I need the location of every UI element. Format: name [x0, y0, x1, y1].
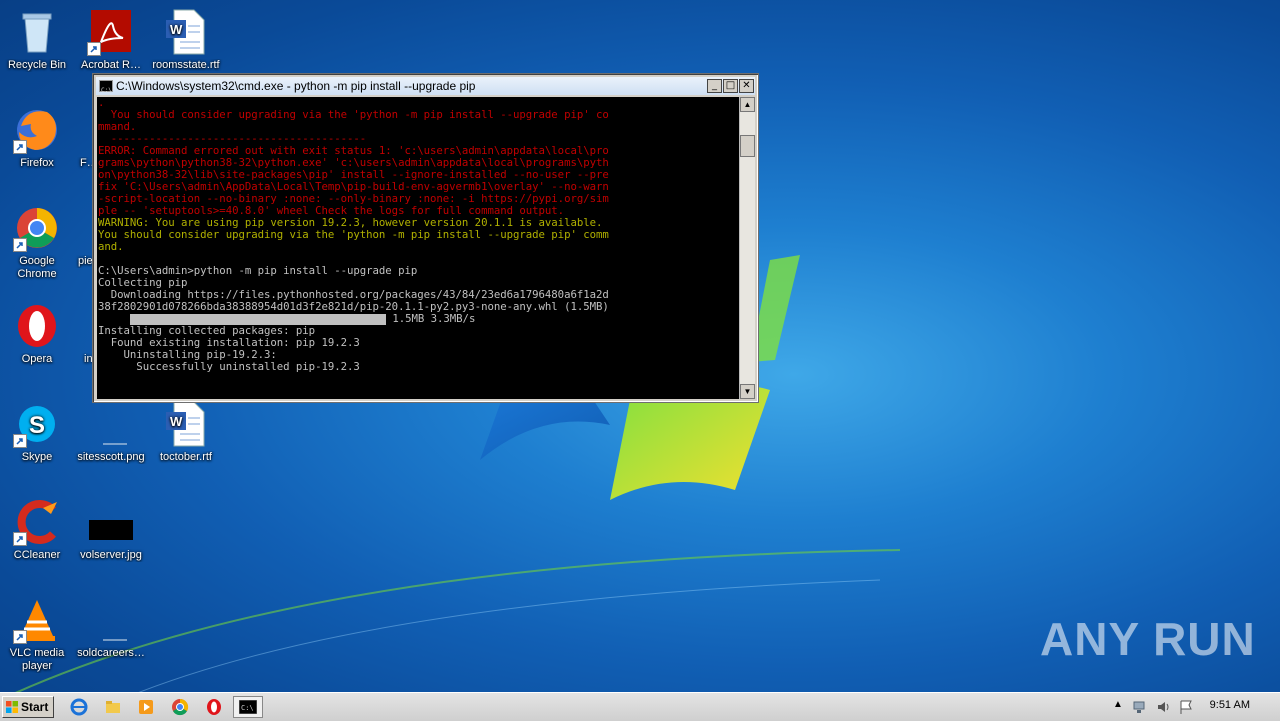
word-doc-icon: W: [162, 400, 210, 448]
image-file-icon: [87, 596, 135, 644]
desktop-icon-label: Opera: [21, 353, 53, 365]
desktop-icon-ccleaner[interactable]: CCleaner: [0, 498, 74, 562]
chrome-icon[interactable]: [171, 698, 189, 716]
chrome-icon: [13, 204, 61, 252]
scroll-thumb[interactable]: [740, 135, 755, 157]
desktop-icon-recycle-bin[interactable]: Recycle Bin: [0, 8, 74, 72]
network-icon[interactable]: [1131, 698, 1149, 716]
shortcut-arrow-icon: [13, 630, 27, 644]
desktop-icon-label: toctober.rtf: [160, 451, 212, 463]
shortcut-arrow-icon: [13, 238, 27, 252]
shortcut-arrow-icon: [13, 434, 27, 448]
desktop-icon-label: Recycle Bin: [7, 59, 67, 71]
explorer-icon[interactable]: [104, 698, 122, 716]
command-output: C:\Users\admin>python -m pip install --u…: [98, 264, 609, 313]
system-tray: ▲ 9:51 AM: [1105, 693, 1280, 721]
start-button[interactable]: Start: [2, 696, 54, 718]
acrobat-icon: [87, 8, 135, 56]
error-output: You should consider upgrading via the 'p…: [98, 108, 609, 217]
desktop-icon-label: Acrobat R…: [81, 59, 141, 71]
desktop-icon-volserver[interactable]: volserver.jpg: [74, 498, 148, 562]
start-label: Start: [21, 700, 49, 714]
install-output: Installing collected packages: pip Found…: [98, 324, 360, 373]
svg-text:W: W: [170, 22, 183, 37]
progress-text: 1.5MB 3.3MB/s: [392, 312, 476, 325]
skype-icon: S: [13, 400, 61, 448]
desktop-icon-skype[interactable]: S Skype: [0, 400, 74, 464]
windows-flag-icon: [6, 701, 18, 713]
media-player-icon[interactable]: [137, 698, 155, 716]
opera-icon[interactable]: [205, 698, 223, 716]
desktop-icon-label: soldcareers…: [77, 647, 145, 659]
window-title: C:\Windows\system32\cmd.exe - python -m …: [116, 79, 476, 93]
scroll-down-button[interactable]: ▼: [740, 384, 755, 399]
cmd-icon: C:\: [239, 700, 257, 714]
desktop-icon-label: sitesscott.png: [77, 451, 145, 463]
anyrun-watermark: ANY RUN: [1040, 613, 1256, 665]
image-file-icon: [87, 498, 135, 546]
show-hidden-icons-icon[interactable]: ▲: [1113, 699, 1123, 717]
cmd-window[interactable]: C:\Windows\system32\cmd.exe - python -m …: [92, 73, 759, 403]
cmd-titlebar[interactable]: C:\Windows\system32\cmd.exe - python -m …: [96, 77, 755, 100]
download-progress-bar: [129, 313, 386, 325]
desktop-icon-roomsstate[interactable]: W roomsstate.rtf: [149, 8, 223, 72]
maximize-button[interactable]: □: [723, 79, 738, 93]
word-doc-icon: W: [162, 8, 210, 56]
desktop-icon-label: roomsstate.rtf: [152, 59, 220, 71]
close-button[interactable]: ✕: [739, 79, 754, 93]
action-center-flag-icon[interactable]: [1177, 698, 1195, 716]
desktop-icon-label: Firefox: [20, 157, 54, 169]
desktop-icon-firefox[interactable]: Firefox: [0, 106, 74, 170]
firefox-icon: [13, 106, 61, 154]
vertical-scrollbar[interactable]: ▲ ▼: [739, 97, 755, 399]
warning-output: WARNING: You are using pip version 19.2.…: [98, 216, 609, 253]
scroll-up-button[interactable]: ▲: [740, 97, 755, 112]
desktop-icon-label: Skype: [21, 451, 53, 463]
clock[interactable]: 9:51 AM: [1210, 699, 1250, 711]
image-file-icon: [87, 400, 135, 448]
vlc-icon: [13, 596, 61, 644]
desktop-icon-acrobat[interactable]: Acrobat R…: [74, 8, 148, 72]
ie-icon[interactable]: [70, 698, 88, 716]
shortcut-arrow-icon: [13, 140, 27, 154]
volume-icon[interactable]: [1155, 698, 1173, 716]
desktop-icon-label: CCleaner: [13, 549, 61, 561]
desktop-icon-sitesscott[interactable]: sitesscott.png: [74, 400, 148, 464]
svg-text:W: W: [170, 414, 183, 429]
desktop-icon-soldcareers[interactable]: soldcareers…: [74, 596, 148, 660]
desktop-icon-label: volserver.jpg: [80, 549, 142, 561]
cmd-icon: [99, 80, 113, 100]
svg-text:C:\: C:\: [241, 704, 254, 712]
desktop-icon-vlc[interactable]: VLC media player: [0, 596, 74, 673]
minimize-button[interactable]: _: [707, 79, 722, 93]
file-icon: [74, 106, 94, 154]
desktop-icon-opera[interactable]: Opera: [0, 302, 74, 366]
ccleaner-icon: [13, 498, 61, 546]
taskbar-cmd-button[interactable]: C:\: [233, 696, 263, 718]
desktop-icon-label: Google Chrome: [17, 255, 57, 280]
console-text: . You should consider upgrading via the …: [98, 97, 609, 373]
desktop-icon-toctober[interactable]: W toctober.rtf: [149, 400, 223, 464]
console-output[interactable]: . You should consider upgrading via the …: [97, 97, 739, 399]
taskbar: Start C:\ ▲ 9:51 AM: [0, 692, 1280, 721]
recycle-bin-icon: [13, 8, 61, 56]
desktop-icon-label: VLC media player: [9, 647, 65, 672]
desktop-icon-chrome[interactable]: Google Chrome: [0, 204, 74, 281]
svg-text:S: S: [29, 412, 45, 439]
desktop-icon-label: File: [80, 157, 94, 169]
shortcut-arrow-icon: [87, 42, 101, 56]
shortcut-arrow-icon: [13, 532, 27, 546]
desktop-icon-file[interactable]: File: [74, 106, 94, 170]
opera-icon: [13, 302, 61, 350]
